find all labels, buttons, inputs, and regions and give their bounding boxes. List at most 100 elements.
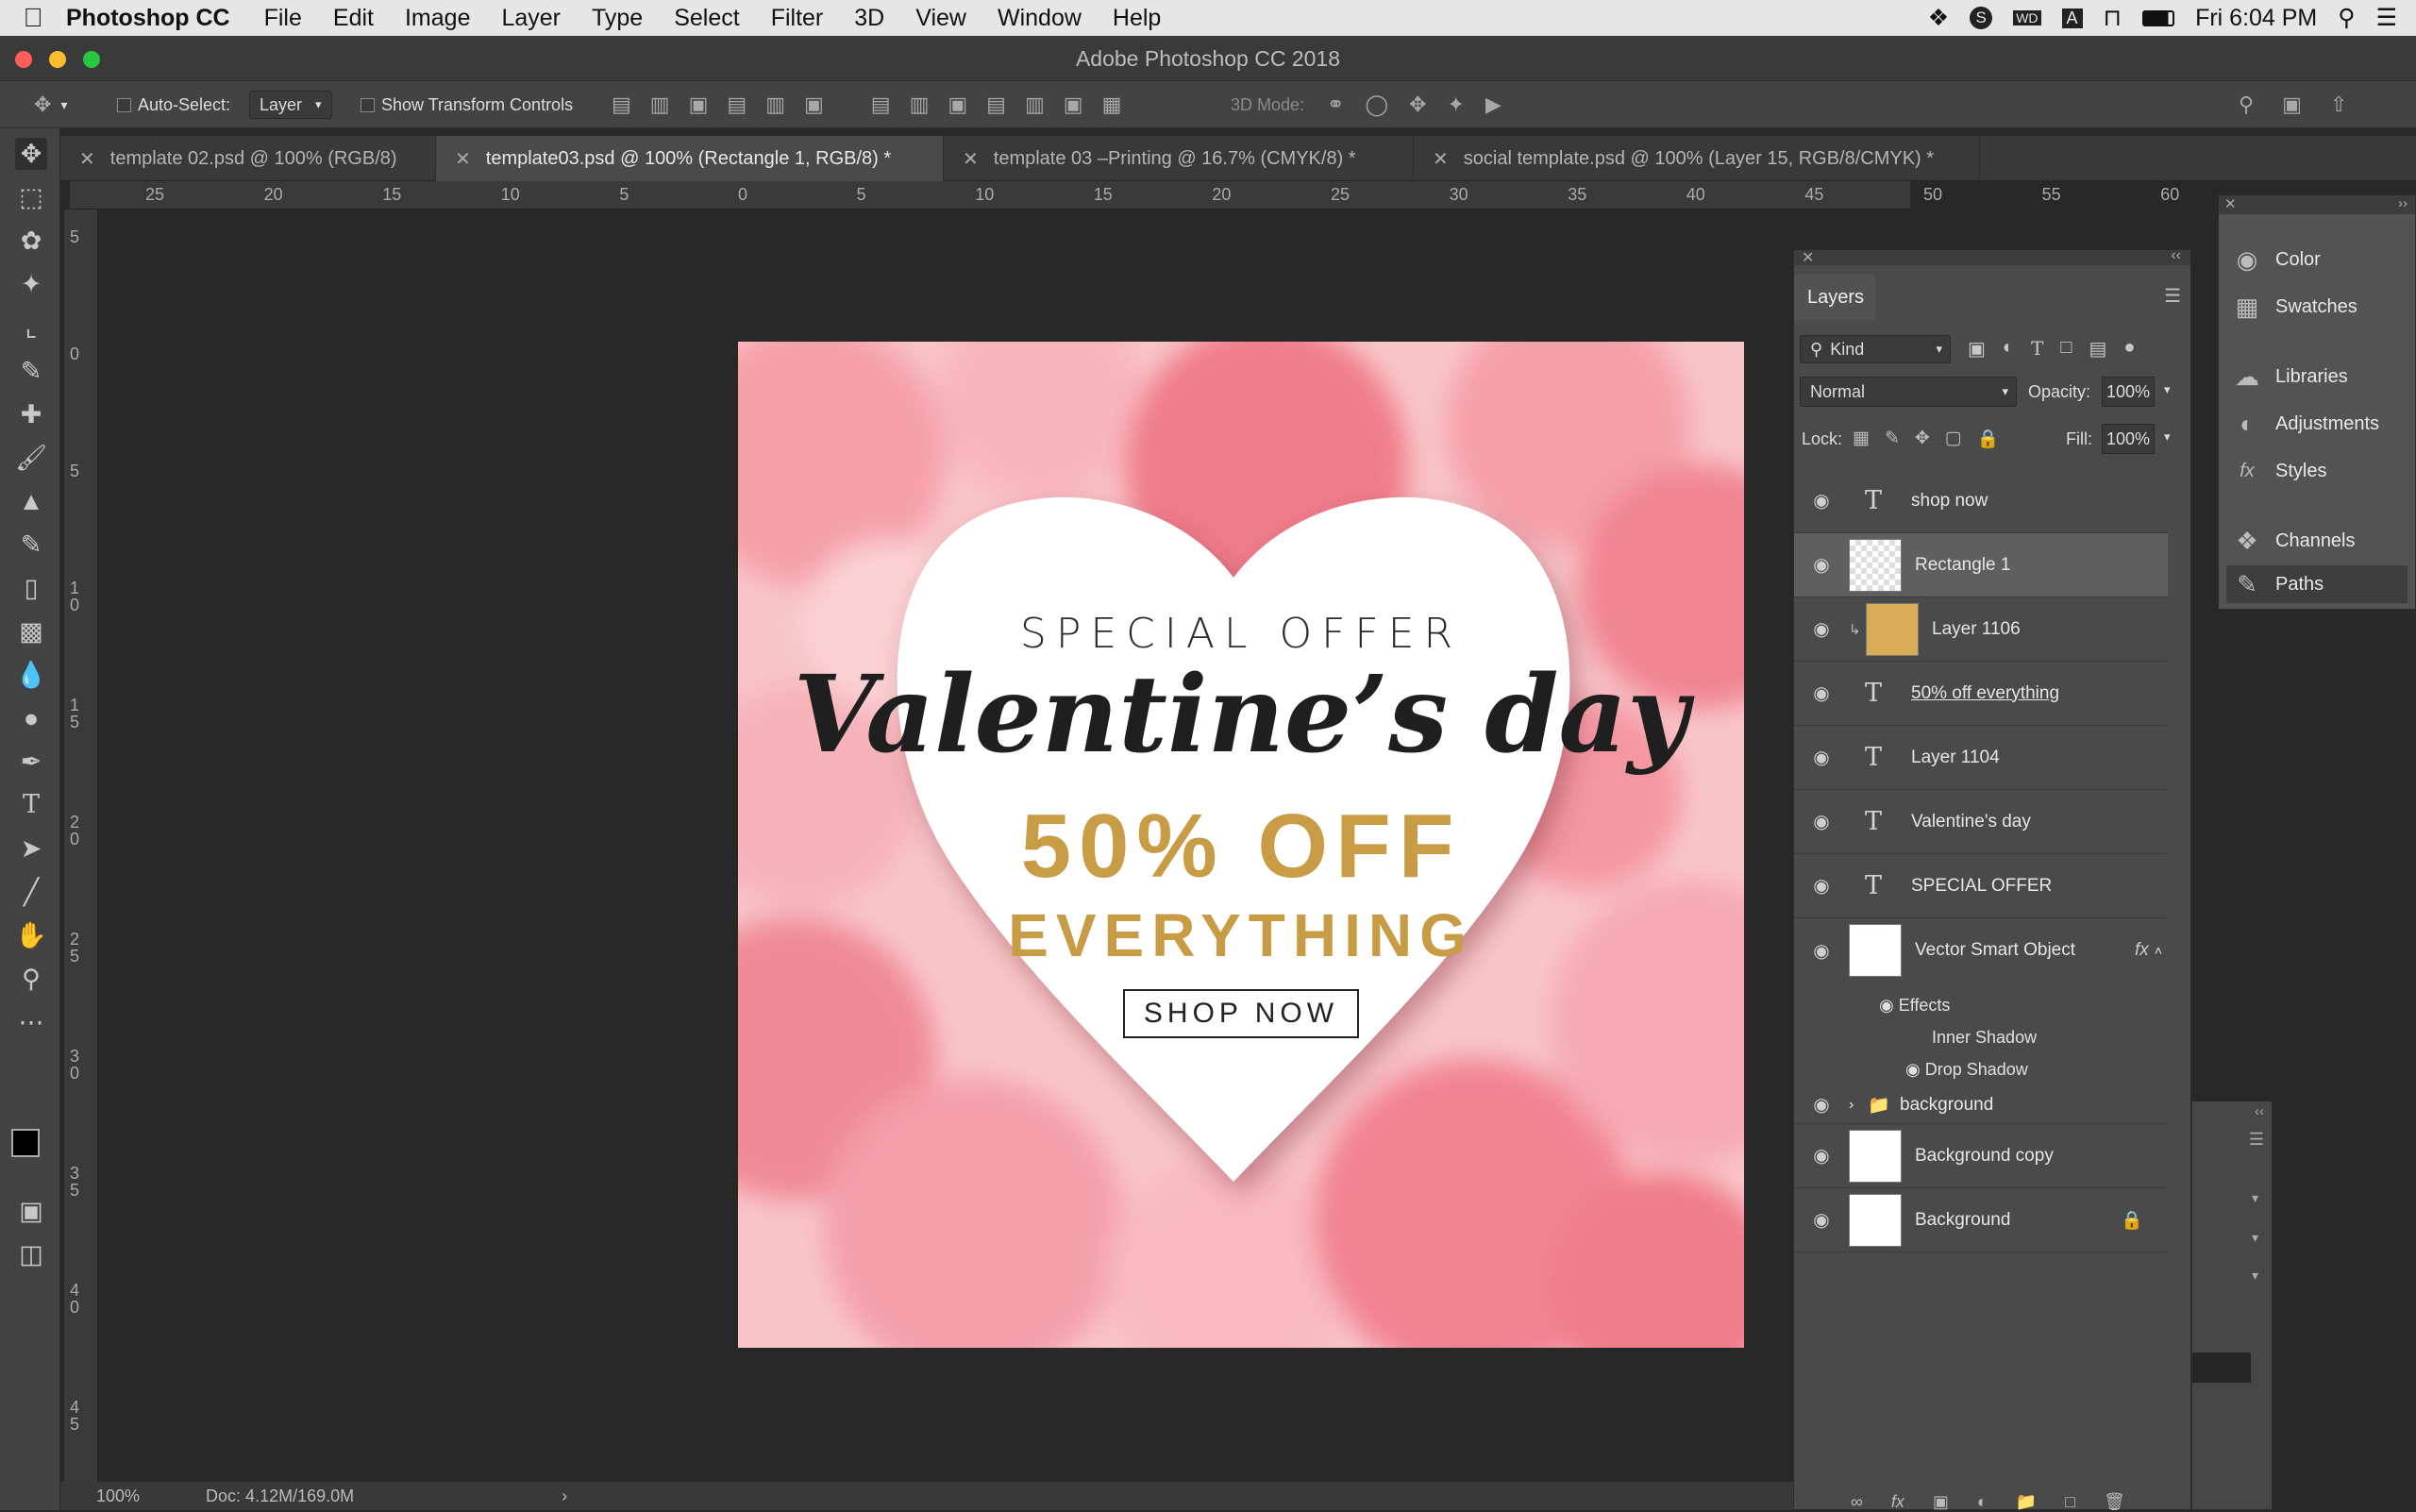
lock-pixels-icon[interactable]: ✎	[1885, 428, 1900, 450]
checkbox-box[interactable]	[117, 97, 131, 112]
tab-template03-printing[interactable]: ✕ template 03 –Printing @ 16.7% (CMYK/8) …	[944, 136, 1414, 181]
distribute-hcenter-icon[interactable]: ▥	[1025, 92, 1045, 117]
new-layer-icon[interactable]: □	[2065, 1492, 2075, 1512]
skype-icon[interactable]: S	[1970, 7, 1993, 29]
chevron-up-icon[interactable]: ˄	[2155, 943, 2162, 958]
lock-artboard-icon[interactable]: ▢	[1945, 428, 1962, 450]
expand-dock-icon[interactable]: ››	[2398, 195, 2408, 211]
shop-now-button[interactable]: SHOP NOW	[1123, 989, 1359, 1038]
menu-select[interactable]: Select	[674, 5, 739, 32]
filter-shape-icon[interactable]: □	[2060, 337, 2072, 361]
auto-align-icon[interactable]: ▦	[1102, 92, 1122, 117]
canvas-artwork[interactable]: SPECIAL OFFER Valentine’s day 50% OFF EV…	[738, 342, 1744, 1348]
tab-template02[interactable]: ✕ template 02.psd @ 100% (RGB/8)	[60, 136, 436, 181]
add-style-icon[interactable]: fx	[1891, 1492, 1904, 1512]
magic-wand-tool-icon[interactable]: ✦	[15, 268, 47, 300]
panel-menu-icon[interactable]: ☰	[2249, 1130, 2264, 1150]
foreground-color-swatch[interactable]	[11, 1129, 40, 1157]
3d-slide-icon[interactable]: ✦	[1448, 92, 1465, 117]
3d-orbit-icon[interactable]: ⚭	[1327, 92, 1344, 117]
lock-all-icon[interactable]: 🔒	[1977, 428, 2000, 450]
healing-brush-tool-icon[interactable]: ✚	[15, 398, 47, 430]
lock-transparency-icon[interactable]: ▦	[1853, 428, 1870, 450]
chevron-right-icon[interactable]: ›	[1849, 1097, 1868, 1114]
collapse-panel-icon[interactable]: ‹‹	[2255, 1103, 2264, 1119]
layer-row-shop-now[interactable]: ◉ Tshop now	[1794, 469, 2168, 533]
close-dock-icon[interactable]: ✕	[2224, 195, 2237, 212]
search-icon[interactable]: ⚲	[2239, 92, 2254, 117]
panel-channels[interactable]: ❖ Channels	[2232, 522, 2355, 560]
align-hcenter-icon[interactable]: ▥	[765, 92, 785, 117]
layer-row-vector-smart-object[interactable]: ◉ Vector Smart Object fx ˄	[1794, 918, 2168, 983]
menu-layer[interactable]: Layer	[501, 5, 561, 32]
close-tab-icon[interactable]: ✕	[963, 147, 979, 171]
panel-swatches[interactable]: ▦ Swatches	[2232, 288, 2357, 326]
layer-row-background[interactable]: ◉ Background 🔒	[1794, 1188, 2168, 1252]
eye-icon[interactable]: ◉	[1794, 489, 1849, 512]
filter-kind-dropdown[interactable]: ⚲ Kind ▾	[1800, 335, 1951, 363]
eye-icon[interactable]: ◉	[1794, 939, 1849, 963]
zoom-level[interactable]: 100%	[96, 1487, 140, 1506]
link-layers-icon[interactable]: ∞	[1851, 1492, 1863, 1512]
crop-tool-icon[interactable]: ⌞	[15, 311, 47, 344]
panel-menu-icon[interactable]: ☰	[2164, 284, 2181, 308]
eye-icon[interactable]: ◉	[1794, 810, 1849, 833]
lock-position-icon[interactable]: ✥	[1915, 428, 1930, 450]
3d-scale-icon[interactable]: ▶	[1485, 92, 1502, 117]
eye-icon[interactable]: ◉	[1794, 1144, 1849, 1168]
menu-help[interactable]: Help	[1113, 5, 1161, 32]
eye-icon[interactable]: ◉	[1879, 996, 1894, 1015]
wifi-icon[interactable]: ⊓	[2104, 4, 2122, 32]
eyedropper-tool-icon[interactable]: ✎	[15, 355, 47, 387]
distribute-top-icon[interactable]: ▤	[871, 92, 891, 117]
delete-layer-icon[interactable]: 🗑	[2104, 1492, 2125, 1512]
chevron-down-icon[interactable]: ▾	[2252, 1190, 2258, 1206]
fx-icon[interactable]: fx	[2135, 940, 2149, 961]
eye-icon[interactable]: ◉	[1794, 1208, 1849, 1232]
chevron-down-icon[interactable]: ▾	[2252, 1230, 2258, 1246]
eye-icon[interactable]: ◉	[1794, 874, 1849, 898]
marquee-tool-icon[interactable]: ⬚	[15, 181, 47, 213]
type-tool-icon[interactable]: T	[15, 789, 47, 821]
stamp-tool-icon[interactable]: ▲	[15, 485, 47, 517]
auto-select-checkbox[interactable]: Auto-Select:	[117, 81, 230, 128]
eye-icon[interactable]: ◉	[1794, 681, 1849, 705]
fill-field[interactable]: 100%	[2102, 424, 2155, 454]
align-vcenter-icon[interactable]: ▥	[650, 92, 670, 117]
show-transform-checkbox[interactable]: Show Transform Controls	[361, 81, 573, 128]
blend-mode-dropdown[interactable]: Normal ▾	[1800, 377, 2017, 407]
eye-icon[interactable]: ◉	[1794, 553, 1849, 577]
auto-select-dropdown[interactable]: Layer ▾	[249, 91, 332, 119]
collapse-panel-icon[interactable]: ‹‹	[2171, 247, 2181, 264]
eye-icon[interactable]: ◉	[1794, 1093, 1849, 1117]
menu-window[interactable]: Window	[998, 5, 1082, 32]
panel-adjustments[interactable]: ◐ Adjustments	[2232, 405, 2379, 443]
checkbox-box[interactable]	[361, 97, 375, 112]
chevron-right-icon[interactable]: ›	[562, 1487, 567, 1506]
eye-icon[interactable]: ◉	[1794, 617, 1849, 641]
clock[interactable]: Fri 6:04 PM	[2195, 5, 2317, 32]
menu-filter[interactable]: Filter	[771, 5, 824, 32]
spotlight-icon[interactable]: ⚲	[2338, 4, 2355, 32]
wacom-icon[interactable]: WD	[2013, 10, 2041, 25]
panel-libraries[interactable]: ☁ Libraries	[2232, 358, 2348, 395]
panel-styles[interactable]: fx Styles	[2232, 452, 2326, 490]
zoom-tool-icon[interactable]: ⚲	[15, 963, 47, 995]
move-tool-icon[interactable]: ✥	[15, 138, 47, 170]
workspace-icon[interactable]: ▣	[2282, 92, 2302, 117]
gradient-tool-icon[interactable]: ▩	[15, 615, 47, 647]
opacity-field[interactable]: 100%	[2102, 377, 2155, 407]
input-source-icon[interactable]: A	[2061, 8, 2083, 28]
eye-icon[interactable]: ◉	[1905, 1060, 1921, 1079]
eye-icon[interactable]: ◉	[1794, 746, 1849, 769]
move-tool-preset[interactable]: ✥ ▾	[34, 81, 67, 128]
app-menu[interactable]: Photoshop CC	[66, 5, 230, 32]
align-right-icon[interactable]: ▣	[804, 92, 824, 117]
panel-color[interactable]: ◉ Color	[2232, 241, 2321, 278]
layer-row-rectangle-1[interactable]: ◉ Rectangle 1	[1794, 533, 2168, 597]
filter-toggle-icon[interactable]: ●	[2123, 337, 2135, 361]
chevron-down-icon[interactable]: ▾	[2252, 1268, 2258, 1284]
add-mask-icon[interactable]: ▣	[1933, 1492, 1949, 1512]
color-field[interactable]	[2192, 1352, 2251, 1383]
layer-row-special-offer[interactable]: ◉ T SPECIAL OFFER	[1794, 854, 2168, 918]
